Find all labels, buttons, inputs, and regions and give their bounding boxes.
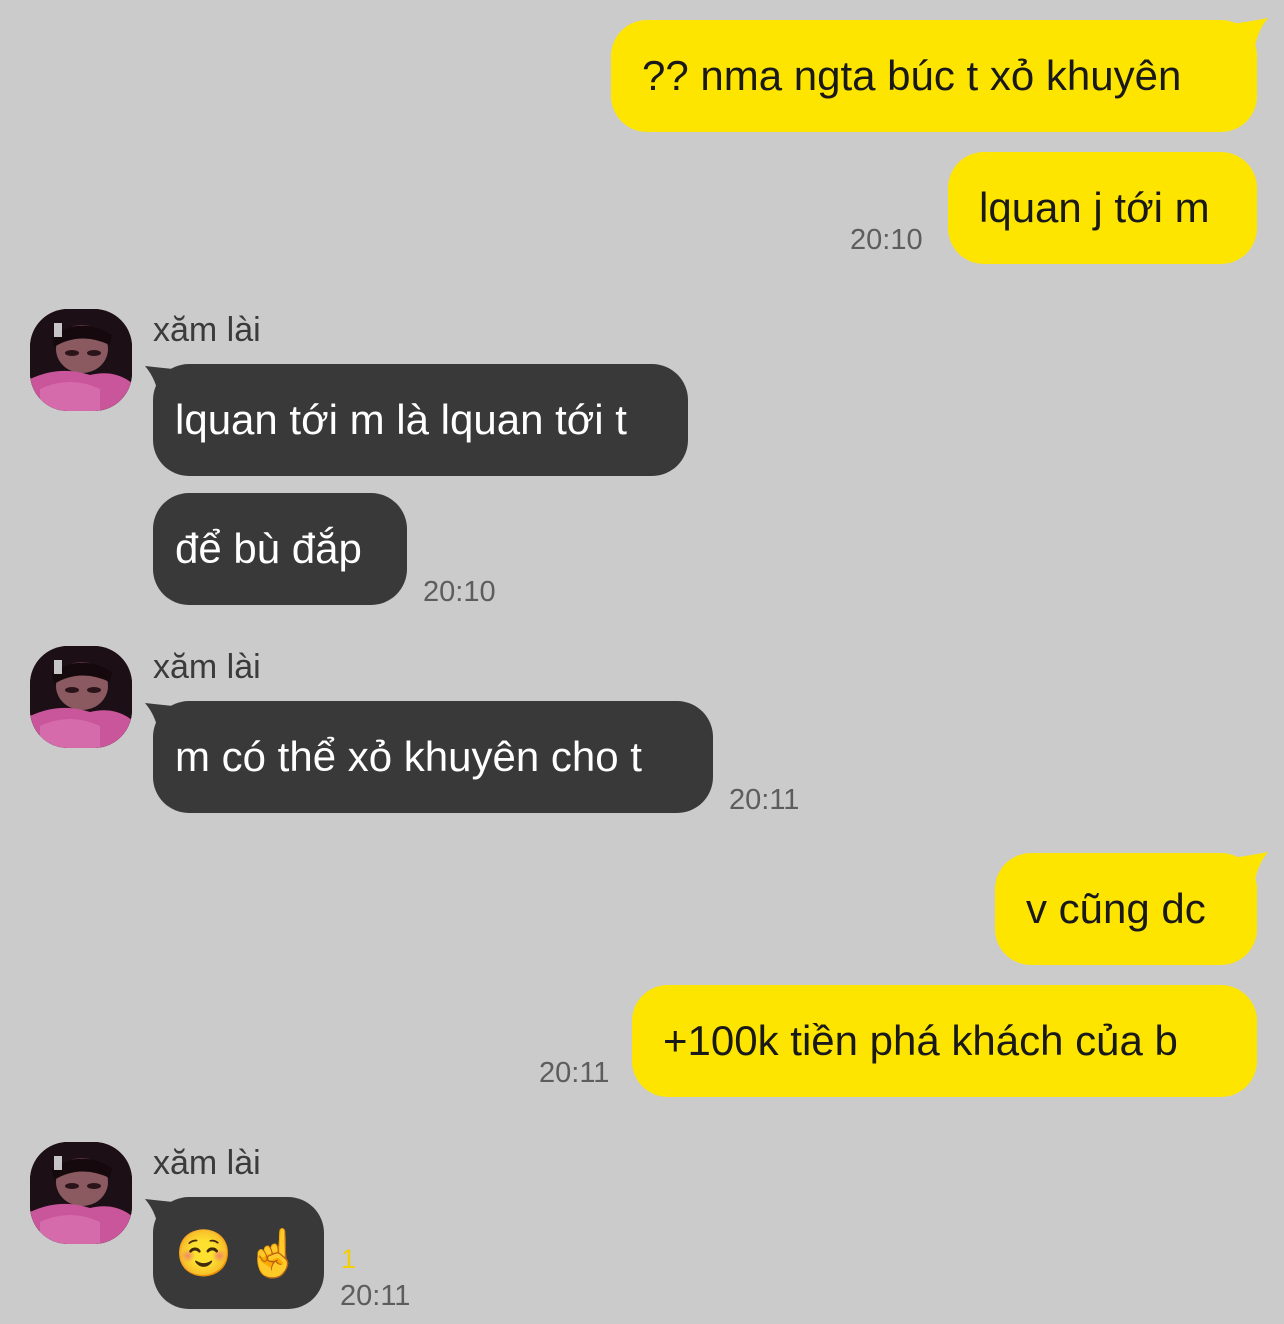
- sender-name: xăm lài: [153, 648, 261, 686]
- message-bubble-incoming[interactable]: lquan tới m là lquan tới t: [153, 364, 688, 476]
- message-bubble-outgoing[interactable]: ?? nma ngta búc t xỏ khuyên: [611, 20, 1257, 132]
- message-timestamp: 20:11: [539, 1057, 610, 1089]
- avatar[interactable]: [30, 309, 132, 411]
- message-bubble-incoming[interactable]: m có thể xỏ khuyên cho t: [153, 701, 713, 813]
- emoji-text: ☺️ ☝️: [175, 1227, 303, 1279]
- message-timestamp: 20:10: [423, 576, 496, 608]
- sender-name: xăm lài: [153, 1144, 261, 1182]
- message-bubble-outgoing[interactable]: +100k tiền phá khách của b: [632, 985, 1257, 1097]
- message-bubble-incoming[interactable]: để bù đắp: [153, 493, 407, 605]
- unread-count: 1: [341, 1244, 357, 1274]
- message-timestamp: 20:11: [340, 1280, 411, 1312]
- sender-name: xăm lài: [153, 311, 261, 349]
- avatar[interactable]: [30, 1142, 132, 1244]
- message-bubble-incoming[interactable]: ☺️ ☝️: [153, 1197, 324, 1309]
- avatar[interactable]: [30, 646, 132, 748]
- profile-photo-icon: [30, 309, 132, 411]
- message-bubble-outgoing[interactable]: v cũng dc: [995, 853, 1257, 965]
- message-timestamp: 20:11: [729, 784, 800, 816]
- message-timestamp: 20:10: [850, 224, 923, 256]
- profile-photo-icon: [30, 1142, 132, 1244]
- profile-photo-icon: [30, 646, 132, 748]
- message-bubble-outgoing[interactable]: lquan j tới m: [948, 152, 1257, 264]
